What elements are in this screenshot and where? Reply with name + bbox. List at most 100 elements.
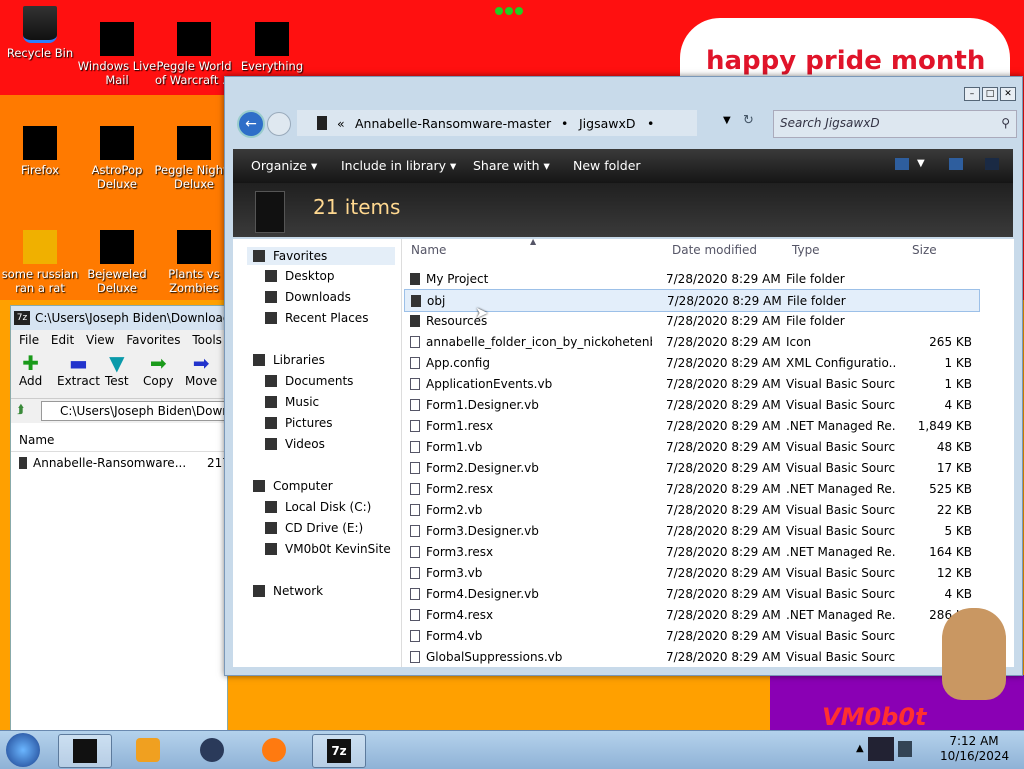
nav-desktop[interactable]: Desktop	[265, 269, 335, 283]
nav-vm-kevinsite[interactable]: VM0b0t KevinSite	[265, 542, 391, 556]
nav-documents[interactable]: Documents	[265, 374, 353, 388]
nav-pictures[interactable]: Pictures	[265, 416, 333, 430]
extract-button[interactable]: ▬ Extract	[57, 352, 100, 388]
nav-downloads[interactable]: Downloads	[265, 290, 351, 304]
nav-cd-drive[interactable]: CD Drive (E:)	[265, 521, 363, 535]
desktop-icon-bejeweled[interactable]: Bejeweled Deluxe	[77, 230, 157, 295]
table-row[interactable]: Form1.vb 7/28/2020 8:29 AM Visual Basic So…	[404, 436, 978, 457]
move-button[interactable]: ➡ Move	[185, 352, 217, 388]
up-folder-icon[interactable]: ⮭	[17, 402, 24, 417]
column-date-modified[interactable]: Date modified	[672, 243, 757, 257]
explorer-window[interactable]: – □ ✕ ← « Annabelle-Ransomware-master • Ji…	[224, 76, 1023, 676]
menu-tools[interactable]: Tools	[192, 333, 222, 347]
add-button[interactable]: ✚ Add	[19, 352, 42, 388]
table-row[interactable]: Form4.Designer.vb 7/28/2020 8:29 AM Visual…	[404, 583, 978, 604]
column-type[interactable]: Type	[792, 243, 820, 257]
tray-app-icon[interactable]	[868, 737, 894, 761]
table-row[interactable]: Form3.vb 7/28/2020 8:29 AM Visual Basic So…	[404, 562, 978, 583]
include-in-library-button[interactable]: Include in library ▾	[341, 158, 456, 173]
sevenzip-titlebar[interactable]: 7z C:\Users\Joseph Biden\Downloads\Annabe…	[11, 306, 227, 330]
menu-file[interactable]: File	[19, 333, 39, 347]
chevron-up-icon[interactable]: ▲	[856, 743, 864, 754]
table-row[interactable]: Form2.resx 7/28/2020 8:29 AM .NET Managed …	[404, 478, 978, 499]
table-row[interactable]: Form3.resx 7/28/2020 8:29 AM .NET Managed …	[404, 541, 978, 562]
list-item[interactable]: Annabelle-Ransomware... 217	[11, 452, 230, 474]
chevron-right-icon[interactable]: •	[561, 116, 568, 131]
maximize-icon[interactable]: □	[982, 87, 998, 101]
nav-computer[interactable]: Computer	[253, 479, 333, 493]
table-row[interactable]: obj 7/28/2020 8:29 AM File folder	[404, 289, 980, 312]
desktop-icon-astropop[interactable]: AstroPop Deluxe	[77, 126, 157, 191]
refresh-icon[interactable]: ↻	[743, 113, 754, 128]
minimize-icon[interactable]: –	[964, 87, 980, 101]
nav-music[interactable]: Music	[265, 395, 319, 409]
help-icon[interactable]	[985, 158, 999, 170]
nav-recent-places[interactable]: Recent Places	[265, 311, 368, 325]
desktop-icon-recycle-bin[interactable]: Recycle Bin	[0, 6, 80, 60]
desktop-icon-russian-rat[interactable]: some russian ran a rat	[0, 230, 80, 295]
menu-edit[interactable]: Edit	[51, 333, 74, 347]
nav-favorites[interactable]: Favorites	[247, 247, 395, 265]
preview-pane-icon[interactable]	[949, 158, 963, 170]
desktop-icon-pvz[interactable]: Plants vs Zombies	[154, 230, 234, 295]
breadcrumb-overflow[interactable]: «	[337, 116, 345, 131]
network-icon[interactable]	[898, 741, 912, 757]
file-type: XML Configuratio...	[786, 356, 896, 370]
search-input[interactable]: Search JigsawxD ⚲	[773, 110, 1017, 138]
chevron-down-icon[interactable]: ▼	[917, 158, 925, 169]
view-icon[interactable]	[895, 158, 909, 170]
back-button[interactable]: ←	[237, 110, 265, 138]
taskbar-media-player[interactable]	[122, 734, 174, 766]
taskbar-firefox[interactable]	[248, 734, 300, 766]
table-row[interactable]: annabelle_folder_icon_by_nickohetenber..…	[404, 331, 978, 352]
nav-local-disk[interactable]: Local Disk (C:)	[265, 500, 371, 514]
taskbar-7zip[interactable]: 7z	[312, 734, 366, 768]
nav-libraries[interactable]: Libraries	[253, 353, 325, 367]
taskbar-explorer[interactable]	[58, 734, 112, 768]
address-bar[interactable]: « Annabelle-Ransomware-master • JigsawxD…	[297, 110, 697, 136]
nav-videos[interactable]: Videos	[265, 437, 325, 451]
table-row[interactable]: Form1.Designer.vb 7/28/2020 8:29 AM Visual…	[404, 394, 978, 415]
nav-network[interactable]: Network	[253, 584, 323, 598]
column-size[interactable]: Size	[912, 243, 937, 257]
table-row[interactable]: Form4.resx 7/28/2020 8:29 AM .NET Managed …	[404, 604, 978, 625]
desktop-icon-peggle-wow[interactable]: Peggle World of Warcraft ...	[154, 22, 234, 87]
chevron-down-icon[interactable]: ▼	[723, 115, 731, 126]
sevenzip-window[interactable]: 7z C:\Users\Joseph Biden\Downloads\Annabe…	[10, 305, 230, 732]
desktop-icon-windows-live-mail[interactable]: Windows Live Mail	[77, 22, 157, 87]
menu-view[interactable]: View	[86, 333, 114, 347]
table-row[interactable]: Resources 7/28/2020 8:29 AM File folder	[404, 310, 978, 331]
desktop-icon-label: Firefox	[20, 163, 60, 177]
desktop-icon-firefox[interactable]: Firefox	[0, 126, 80, 177]
table-row[interactable]: My Project 7/28/2020 8:29 AM File folder	[404, 268, 978, 289]
desktop-icon-peggle-nights[interactable]: Peggle Nights Deluxe	[154, 126, 234, 191]
chevron-right-icon[interactable]: •	[647, 116, 654, 131]
new-folder-button[interactable]: New folder	[573, 158, 641, 173]
clock[interactable]: 7:12 AM 10/16/2024	[940, 734, 1009, 764]
table-row[interactable]: App.config 7/28/2020 8:29 AM XML Configura…	[404, 352, 978, 373]
table-row[interactable]: Form4.vb 7/28/2020 8:29 AM Visual Basic So…	[404, 625, 978, 646]
sevenzip-address-input[interactable]: C:\Users\Joseph Biden\Downloads\Annabell…	[41, 401, 227, 421]
table-row[interactable]: Form2.vb 7/28/2020 8:29 AM Visual Basic So…	[404, 499, 978, 520]
share-with-button[interactable]: Share with ▾	[473, 158, 550, 173]
organize-button[interactable]: Organize ▾	[251, 158, 317, 173]
breadcrumb-annabelle[interactable]: Annabelle-Ransomware-master	[355, 116, 551, 131]
forward-button[interactable]	[267, 112, 291, 136]
table-row[interactable]: Form3.Designer.vb 7/28/2020 8:29 AM Visual…	[404, 520, 978, 541]
copy-button[interactable]: ➡ Copy	[143, 352, 173, 388]
desktop-icon-everything[interactable]: Everything	[232, 22, 312, 73]
taskbar-app[interactable]	[186, 734, 238, 766]
menu-favorites[interactable]: Favorites	[126, 333, 180, 347]
column-name[interactable]: Name	[411, 243, 446, 257]
file-type: Visual Basic Sourc...	[786, 629, 896, 643]
breadcrumb-jigsawxd[interactable]: JigsawxD	[579, 116, 636, 131]
file-date: 7/28/2020 8:29 AM	[666, 524, 781, 538]
table-row[interactable]: ApplicationEvents.vb 7/28/2020 8:29 AM Vis…	[404, 373, 978, 394]
table-row[interactable]: GlobalSuppressions.vb 7/28/2020 8:29 AM Vi…	[404, 646, 978, 667]
table-row[interactable]: Form2.Designer.vb 7/28/2020 8:29 AM Visual…	[404, 457, 978, 478]
start-button[interactable]	[6, 733, 40, 767]
test-button[interactable]: ▼ Test	[105, 352, 129, 388]
table-row[interactable]: Form1.resx 7/28/2020 8:29 AM .NET Managed …	[404, 415, 978, 436]
sevenzip-column-name[interactable]: Name	[11, 429, 227, 452]
close-icon[interactable]: ✕	[1000, 87, 1016, 101]
